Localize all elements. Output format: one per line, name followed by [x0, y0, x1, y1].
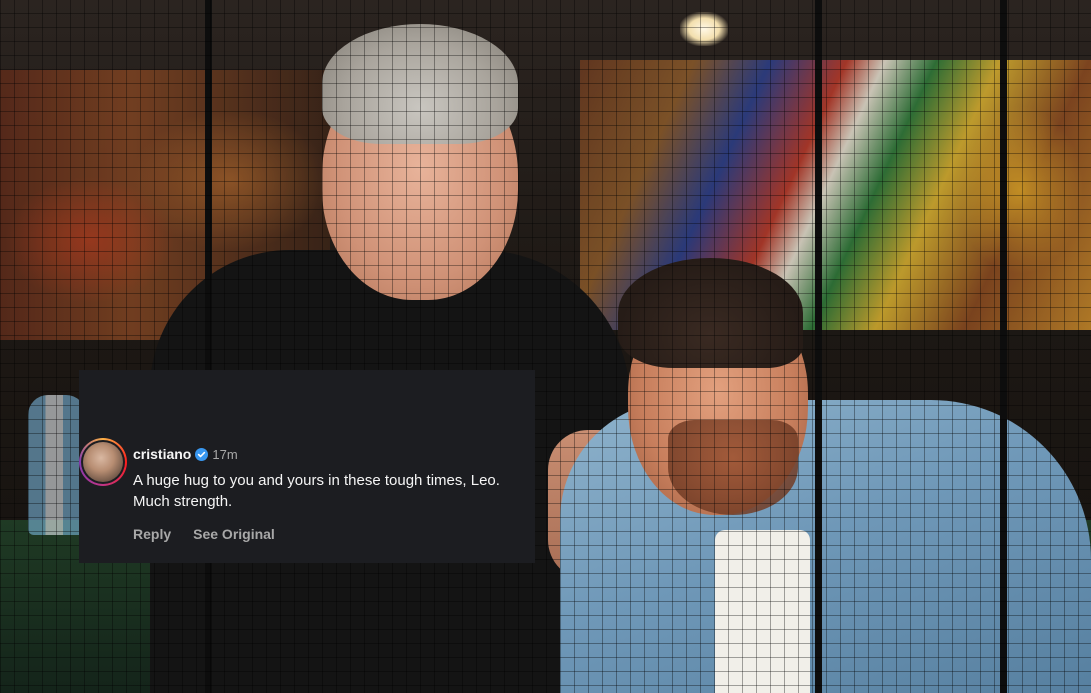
- background-photo: [0, 0, 1091, 693]
- avatar-image: [83, 442, 123, 482]
- comment-timestamp: 17m: [212, 446, 238, 462]
- comment-text: A huge hug to you and yours in these tou…: [133, 472, 500, 510]
- comment-actions: Reply See Original: [133, 526, 528, 542]
- reply-button[interactable]: Reply: [133, 526, 171, 542]
- verified-badge-icon: [195, 447, 209, 461]
- comment-body: cristiano 17m A huge hug to you and your…: [133, 444, 528, 542]
- see-original-button[interactable]: See Original: [193, 526, 275, 542]
- comment-username[interactable]: cristiano: [133, 446, 191, 462]
- comment-header: cristiano 17m: [133, 444, 528, 464]
- comment-card: cristiano 17m A huge hug to you and your…: [79, 370, 535, 563]
- cage-net: [0, 0, 1091, 693]
- profile-avatar[interactable]: [79, 438, 127, 486]
